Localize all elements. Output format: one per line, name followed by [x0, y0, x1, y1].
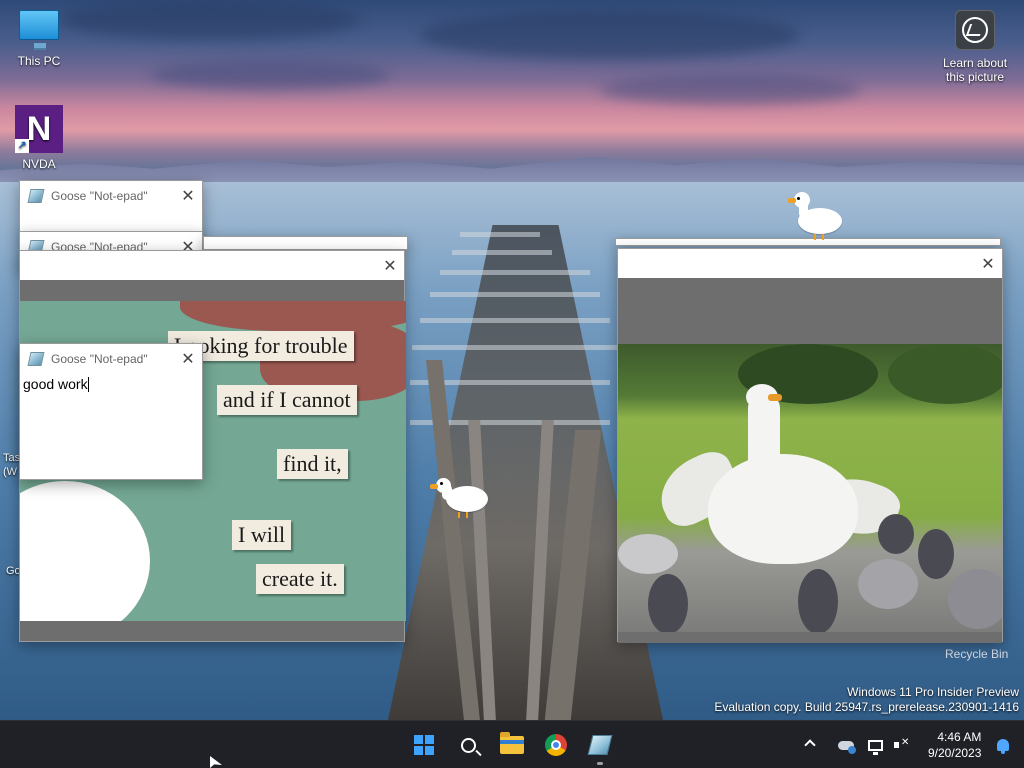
computer-icon: [19, 10, 59, 50]
desktop-icon-nvda[interactable]: N ↗ NVDA: [1, 105, 77, 171]
window-title: Goose "Not-epad": [51, 188, 148, 203]
clipped-label-tas: Tas: [3, 452, 21, 464]
network-icon: [868, 739, 883, 755]
meme-line-2: and if I cannot: [217, 385, 357, 415]
desktop-goose-2[interactable]: [430, 476, 490, 526]
clipped-label-w: (W: [3, 466, 18, 478]
notepad-icon: [587, 735, 613, 755]
close-icon[interactable]: ✕: [174, 186, 202, 206]
clock[interactable]: 4:46 AM 9/20/2023: [928, 729, 981, 761]
taskbar: 4:46 AM 9/20/2023: [0, 720, 1024, 768]
clock-time: 4:46 AM: [937, 730, 982, 744]
stacked-window-edge: [203, 236, 408, 250]
notifications-button[interactable]: [995, 737, 1011, 754]
notepad-front-titlebar[interactable]: Goose "Not-epad" ✕: [20, 344, 202, 373]
notepad-text: good work: [23, 376, 88, 392]
start-button[interactable]: [408, 729, 440, 761]
watermark-line-2: Evaluation copy. Build 25947.rs_prerelea…: [714, 700, 1019, 714]
windows-watermark: Windows 11 Pro Insider Preview Evaluatio…: [714, 685, 1019, 715]
text-caret: [87, 377, 89, 392]
watermark-line-1: Windows 11 Pro Insider Preview: [847, 685, 1019, 699]
goose-photo-window[interactable]: ✕: [617, 248, 1003, 643]
notepad-icon: [27, 351, 45, 366]
notepad-icon: [27, 188, 45, 203]
nvda-label: NVDA: [22, 157, 56, 171]
onedrive-icon: [838, 740, 856, 754]
goose-photo: [618, 344, 1002, 632]
learn-label: Learn about this picture: [942, 56, 1008, 84]
meme-line-5: create it.: [256, 564, 344, 594]
chevron-up-icon: [804, 739, 816, 751]
chrome-icon: [545, 734, 567, 756]
shortcut-arrow-icon: ↗: [15, 139, 29, 153]
windows-icon: [414, 735, 434, 755]
show-hidden-icons-button[interactable]: [804, 737, 822, 753]
photo-window-body: [618, 278, 1002, 643]
folder-icon: [500, 732, 524, 754]
clock-date: 9/20/2023: [928, 746, 982, 760]
desktop-icon-this-pc[interactable]: This PC: [1, 10, 77, 68]
window-title: Goose "Not-epad": [51, 351, 148, 366]
chrome-button[interactable]: [540, 729, 572, 761]
recycle-bin-label[interactable]: Recycle Bin: [945, 647, 1008, 661]
active-app-indicator: [597, 762, 603, 765]
close-icon[interactable]: ✕: [376, 256, 404, 276]
file-explorer-button[interactable]: [496, 729, 528, 761]
system-tray: 4:46 AM 9/20/2023: [804, 721, 1011, 768]
desktop-goose-1[interactable]: [786, 190, 846, 245]
close-icon[interactable]: ✕: [974, 254, 1002, 274]
nvda-icon: N ↗: [15, 105, 63, 153]
network-button[interactable]: [868, 737, 884, 755]
notepad-text-area[interactable]: good work: [20, 373, 202, 479]
onedrive-button[interactable]: [838, 737, 856, 754]
meme-line-3: find it,: [277, 449, 348, 479]
camera-icon: [955, 10, 995, 50]
this-pc-label: This PC: [17, 54, 61, 68]
search-icon: [460, 737, 476, 753]
meme-window-titlebar[interactable]: ✕: [20, 251, 404, 280]
notepad-back-1-titlebar[interactable]: Goose "Not-epad" ✕: [20, 181, 202, 210]
notepad-window-front[interactable]: Goose "Not-epad" ✕ good work: [19, 343, 203, 480]
volume-button[interactable]: [894, 737, 910, 753]
close-icon[interactable]: ✕: [174, 349, 202, 369]
photo-window-titlebar[interactable]: ✕: [618, 249, 1002, 278]
bell-icon: [997, 739, 1010, 754]
meme-line-4: I will: [232, 520, 292, 550]
notepad-taskbar-button[interactable]: [584, 729, 616, 761]
speaker-muted-icon: [894, 737, 909, 751]
search-button[interactable]: [452, 729, 484, 761]
desktop-icon-learn-about-picture[interactable]: Learn about this picture: [937, 10, 1013, 84]
